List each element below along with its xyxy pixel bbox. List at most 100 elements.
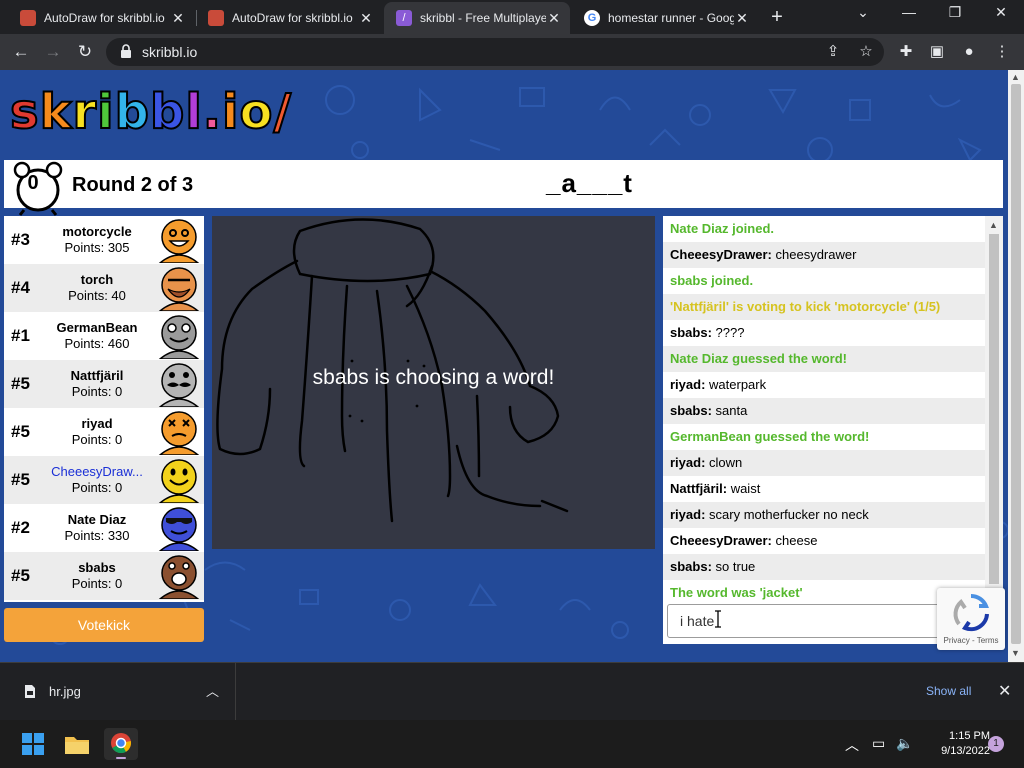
chat-message: Nate Diaz joined. (663, 216, 985, 242)
tab-skribbl[interactable]: / skribbl - Free Multiplayer ✕ (384, 2, 570, 34)
chevron-up-icon[interactable]: ︿ (845, 735, 859, 755)
chat-text: GermanBean guessed the word! (670, 429, 870, 444)
chat-message: riyad: waterpark (663, 372, 985, 398)
player-row[interactable]: #1 GermanBean Points: 460 (4, 312, 204, 360)
recaptcha-badge[interactable]: Privacy - Terms (937, 588, 1005, 650)
new-tab-plus-icon[interactable]: + (766, 6, 788, 29)
chat-scrollbar[interactable]: ▲ (985, 216, 1003, 602)
sunglasses-avatar-icon (158, 507, 200, 551)
windows-start-icon[interactable] (16, 728, 50, 760)
reload-icon[interactable]: ↻ (74, 41, 96, 63)
drawing-canvas[interactable]: sbabs is choosing a word! (212, 216, 655, 549)
minimize-icon[interactable]: — (897, 4, 921, 20)
player-row[interactable]: #4 torch Points: 40 (4, 264, 204, 312)
forward-arrow-icon[interactable]: → (42, 41, 64, 63)
notification-badge[interactable]: 1 (988, 736, 1004, 752)
chat-text: Nate Diaz guessed the word! (670, 351, 847, 366)
scroll-down-arrow-icon[interactable]: ▼ (1011, 648, 1020, 658)
grinning-avatar-icon (158, 315, 200, 359)
extensions-puzzle-icon[interactable]: ✚ (895, 41, 917, 63)
laughing-avatar-icon (158, 219, 200, 263)
bookmark-star-icon[interactable]: ☆ (855, 41, 877, 63)
close-icon[interactable]: ✕ (546, 10, 562, 27)
image-file-icon (25, 685, 35, 698)
restore-icon[interactable]: ❐ (943, 4, 967, 21)
window-close-icon[interactable]: ✕ (989, 4, 1013, 21)
chevron-up-icon[interactable]: ︿ (206, 681, 219, 700)
scroll-up-arrow-icon[interactable]: ▲ (989, 220, 998, 230)
chat-username: riyad: (670, 377, 706, 392)
close-icon[interactable]: ✕ (358, 10, 374, 27)
player-rank: #1 (11, 326, 30, 345)
chat-username: CheeesyDrawer: (670, 533, 772, 548)
google-favicon-icon: G (584, 10, 600, 26)
chat-text: sbabs joined. (670, 273, 754, 288)
chat-message: sbabs: so true (663, 554, 985, 580)
chat-message: sbabs: santa (663, 398, 985, 424)
close-icon[interactable]: ✕ (734, 10, 750, 27)
chrome-icon[interactable] (104, 728, 138, 760)
chat-text: The word was 'jacket' (670, 585, 803, 600)
tab-autodraw-1[interactable]: AutoDraw for skribbl.io ✕ (8, 2, 194, 34)
player-points: Points: 0 (71, 384, 123, 399)
download-item[interactable]: hr.jpg ︿ (12, 663, 236, 721)
player-row[interactable]: #5 riyad Points: 0 (4, 408, 204, 456)
player-name: Nattfjäril (70, 368, 124, 383)
recaptcha-terms[interactable]: Privacy - Terms (937, 636, 1005, 645)
file-explorer-icon[interactable] (60, 728, 94, 760)
tab-search-chevron-icon[interactable]: ⌄ (851, 4, 875, 21)
profile-icon[interactable]: ● (958, 41, 980, 63)
chat-scroll-thumb[interactable] (989, 234, 999, 584)
address-bar[interactable]: skribbl.io (106, 38, 884, 66)
page-scrollbar[interactable]: ▲ ▼ (1008, 70, 1024, 662)
player-row[interactable]: #5 sbabs Points: 0 (4, 552, 204, 600)
shouting-avatar-icon (158, 555, 200, 599)
clock[interactable]: 1:15 PM 9/13/2022 (920, 729, 990, 759)
close-icon[interactable]: ✕ (998, 681, 1011, 701)
recaptcha-logo-icon (953, 593, 989, 632)
tab-google[interactable]: G homestar runner - Google ✕ (572, 2, 758, 34)
player-row[interactable]: #5 Nattfjäril Points: 0 (4, 360, 204, 408)
autodraw-favicon-icon (20, 10, 36, 26)
player-row[interactable]: #2 Nate Diaz Points: 330 (4, 504, 204, 552)
chat-text: cheesydrawer (775, 247, 857, 262)
votekick-button[interactable]: Votekick (4, 608, 204, 642)
page-scroll-thumb[interactable] (1011, 84, 1021, 644)
volume-icon[interactable]: 🔈 (896, 735, 913, 752)
player-rank: #5 (11, 374, 30, 393)
close-icon[interactable]: ✕ (170, 10, 186, 27)
chat-message: GermanBean guessed the word! (663, 424, 985, 450)
chat-username: riyad: (670, 507, 706, 522)
side-panel-icon[interactable]: ▣ (926, 41, 948, 63)
player-rank: #5 (11, 422, 30, 441)
chat-message: sbabs: ???? (663, 320, 985, 346)
download-filename: hr.jpg (49, 684, 81, 699)
windows-taskbar: ︿ ▭ 🔈 1:15 PM 9/13/2022 1 (0, 720, 1024, 768)
chat-text: 'Nattfjäril' is voting to kick 'motorcyc… (670, 299, 941, 314)
player-row-self[interactable]: #5 CheeesyDraw... Points: 0 (4, 456, 204, 504)
chat-message: Nate Diaz guessed the word! (663, 346, 985, 372)
word-hint: _a___t (546, 168, 633, 198)
tab-autodraw-2[interactable]: AutoDraw for skribbl.io ✕ (196, 2, 382, 34)
player-points: Points: 305 (64, 240, 130, 255)
tab-title: AutoDraw for skribbl.io (232, 11, 353, 25)
skribbl-logo: skribbl.io/ (9, 83, 292, 141)
back-arrow-icon[interactable]: ← (10, 41, 32, 63)
chat-panel: Nate Diaz joined. CheeesyDrawer: cheesydr… (663, 216, 1003, 644)
chat-username: sbabs: (670, 559, 712, 574)
lock-icon (121, 44, 131, 58)
player-points: Points: 0 (71, 432, 123, 447)
tab-title: AutoDraw for skribbl.io (44, 11, 165, 25)
skribbl-page: skribbl.io/ 0 Round 2 of 3 _a___t #3 mot… (0, 70, 1024, 662)
chat-message: 'Nattfjäril' is voting to kick 'motorcyc… (663, 294, 985, 320)
chat-message-list[interactable]: Nate Diaz joined. CheeesyDrawer: cheesydr… (663, 216, 985, 602)
dizzy-avatar-icon (158, 411, 200, 455)
scroll-up-arrow-icon[interactable]: ▲ (1011, 72, 1020, 82)
player-rank: #3 (11, 230, 30, 249)
show-all-link[interactable]: Show all (926, 684, 971, 698)
network-icon[interactable]: ▭ (872, 735, 885, 752)
player-row[interactable]: #3 motorcycle Points: 305 (4, 216, 204, 264)
bearded-avatar-icon (158, 267, 200, 311)
share-icon[interactable]: ⇪ (822, 41, 844, 63)
menu-kebab-icon[interactable]: ⋮ (991, 41, 1013, 63)
